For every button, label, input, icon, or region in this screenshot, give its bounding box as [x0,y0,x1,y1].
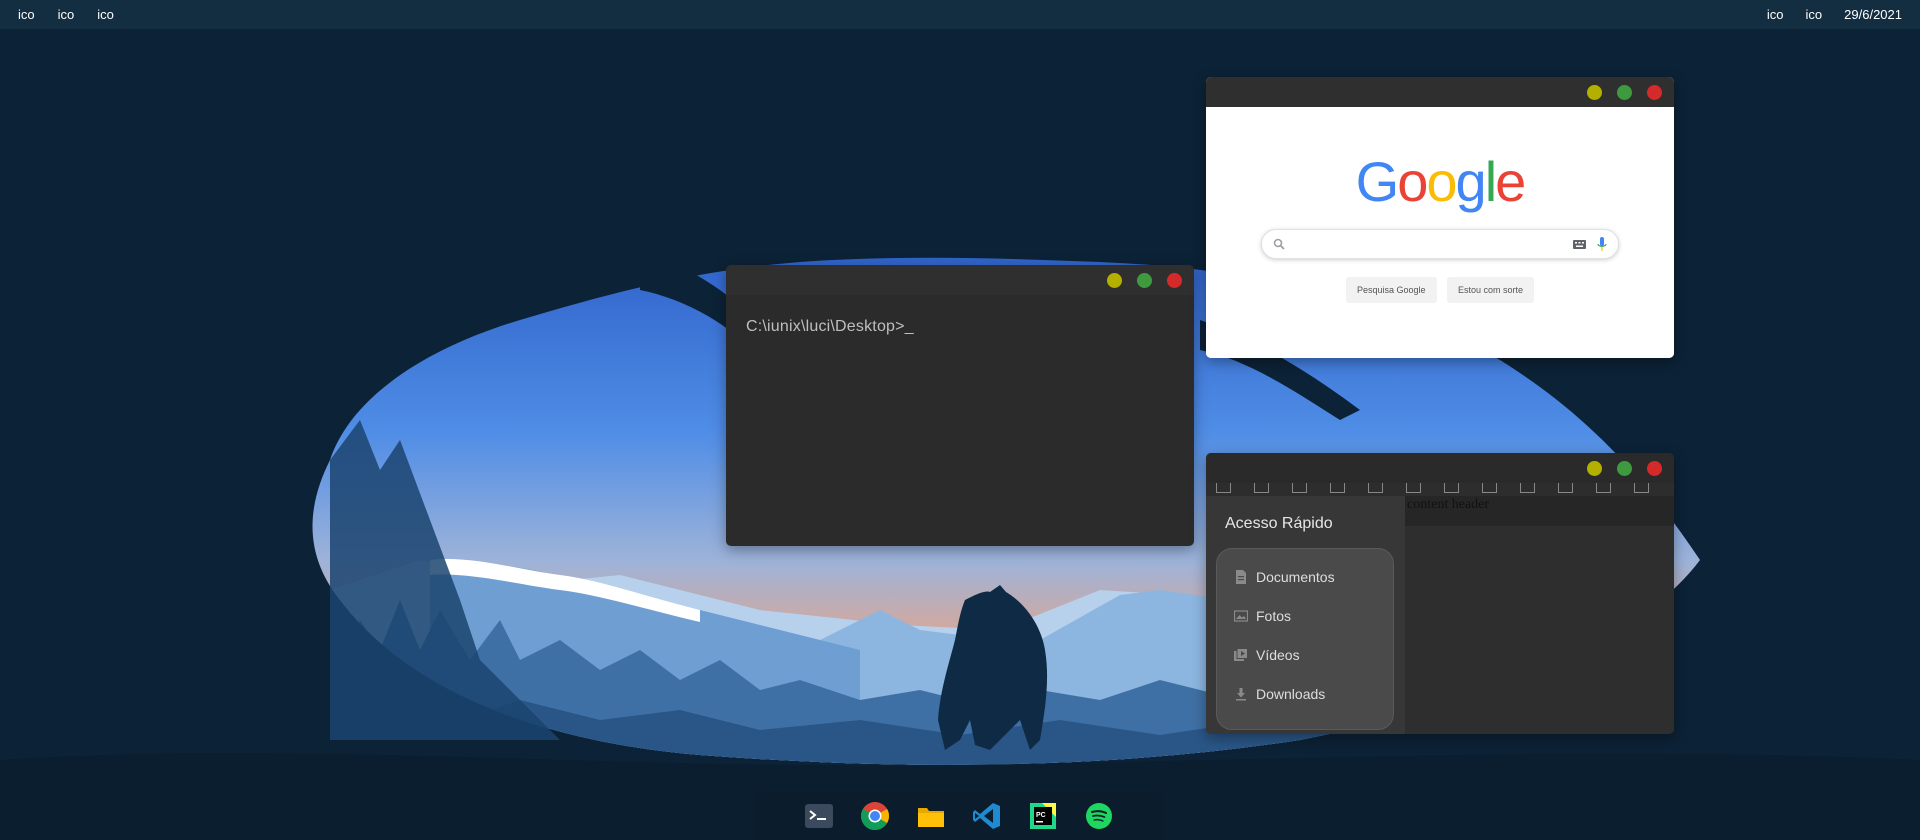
terminal-icon [805,803,833,828]
maximize-button[interactable] [1617,460,1632,476]
logo-letter: e [1495,150,1526,213]
topbar-date: 29/6/2021 [1844,7,1902,22]
explorer-sidebar: Acesso Rápido Documentos Fotos Vídeos Do… [1206,496,1405,734]
browser-titlebar[interactable] [1206,77,1674,107]
content-area[interactable] [1405,526,1674,734]
topbar-right-icons: ico ico 29/6/2021 [1745,7,1902,22]
close-button[interactable] [1647,460,1662,476]
svg-text:PC: PC [1036,812,1046,819]
download-icon [1236,688,1246,701]
video-icon [1234,648,1248,661]
dock-pycharm[interactable]: PC [1027,800,1059,832]
google-search-box[interactable] [1261,229,1619,259]
toolbar-slot[interactable] [1444,483,1459,493]
toolbar-slot[interactable] [1330,483,1345,493]
toolbar-slot[interactable] [1292,483,1307,493]
terminal-prompt: C:\iunix\luci\Desktop>_ [746,318,914,335]
close-button[interactable] [1167,272,1182,288]
toolbar-slot[interactable] [1558,483,1573,493]
chrome-icon [861,801,889,830]
dock-chrome[interactable] [859,800,891,832]
spotify-icon [1086,802,1112,829]
sidebar-item-documentos[interactable]: Documentos [1234,569,1335,585]
google-logo: Google [1206,149,1674,214]
top-panel: ico ico ico ico ico 29/6/2021 [0,0,1920,29]
search-input[interactable] [1292,234,1562,254]
logo-letter: l [1484,150,1498,213]
maximize-button[interactable] [1617,84,1632,100]
dock-files[interactable] [915,800,947,832]
toolbar-slot[interactable] [1520,483,1535,493]
minimize-button[interactable] [1587,84,1602,100]
sidebar-item-label: Vídeos [1256,647,1300,663]
sidebar-item-downloads[interactable]: Downloads [1234,686,1325,702]
logo-letter: g [1455,150,1487,213]
sidebar-item-label: Downloads [1256,686,1326,702]
google-buttons: Pesquisa Google Estou com sorte [1206,277,1674,303]
logo-letter: o [1397,150,1428,213]
feeling-lucky-button[interactable]: Estou com sorte [1446,277,1535,303]
topbar-left-icons: ico ico ico [18,7,137,22]
dock-spotify[interactable] [1083,800,1115,832]
sidebar-item-fotos[interactable]: Fotos [1234,608,1291,624]
minimize-button[interactable] [1107,272,1122,288]
image-icon [1234,610,1248,622]
sidebar-item-label: Fotos [1256,608,1292,624]
toolbar-slot[interactable] [1216,483,1231,493]
toolbar-placeholders [1216,483,1672,493]
close-button[interactable] [1647,84,1662,100]
sidebar-item-videos[interactable]: Vídeos [1234,647,1300,663]
quick-access-panel: Documentos Fotos Vídeos Downloads [1216,548,1394,730]
logo-letter: o [1426,150,1457,213]
google-search-button[interactable]: Pesquisa Google [1345,277,1437,303]
file-explorer-window[interactable]: Acesso Rápido Documentos Fotos Vídeos Do… [1206,453,1674,734]
sidebar-title: Acesso Rápido [1225,515,1333,532]
content-header: content header [1405,496,1674,526]
vscode-icon [973,802,1000,829]
explorer-body: Acesso Rápido Documentos Fotos Vídeos Do… [1206,483,1674,734]
microphone-icon[interactable] [1597,237,1607,252]
topbar-icon-2[interactable]: ico [58,7,75,22]
toolbar-slot[interactable] [1634,483,1649,493]
terminal-titlebar[interactable] [726,265,1194,295]
minimize-button[interactable] [1587,460,1602,476]
logo-letter: G [1355,150,1400,213]
explorer-titlebar[interactable] [1206,453,1674,483]
terminal-body[interactable]: C:\iunix\luci\Desktop>_ [726,295,1194,359]
maximize-button[interactable] [1137,272,1152,288]
toolbar-slot[interactable] [1368,483,1383,493]
browser-window[interactable]: Google Pesquisa Google Estou com sorte [1206,77,1674,358]
terminal-window[interactable]: C:\iunix\luci\Desktop>_ [726,265,1194,546]
topbar-icon-5[interactable]: ico [1806,7,1823,22]
document-icon [1236,570,1246,584]
pycharm-icon: PC [1030,802,1056,829]
topbar-icon-3[interactable]: ico [97,7,114,22]
dock-vscode[interactable] [971,800,1003,832]
topbar-icon-1[interactable]: ico [18,7,35,22]
browser-content: Google Pesquisa Google Estou com sorte [1206,107,1674,358]
dock: PC [756,791,1162,840]
toolbar-slot[interactable] [1254,483,1269,493]
dock-terminal[interactable] [803,800,835,832]
toolbar-slot[interactable] [1596,483,1611,493]
topbar-icon-4[interactable]: ico [1767,7,1784,22]
toolbar-slot[interactable] [1406,483,1421,493]
sidebar-item-label: Documentos [1256,569,1335,585]
keyboard-icon[interactable] [1573,240,1586,249]
search-icon [1273,238,1285,250]
toolbar-slot[interactable] [1482,483,1497,493]
folder-icon [918,807,944,827]
